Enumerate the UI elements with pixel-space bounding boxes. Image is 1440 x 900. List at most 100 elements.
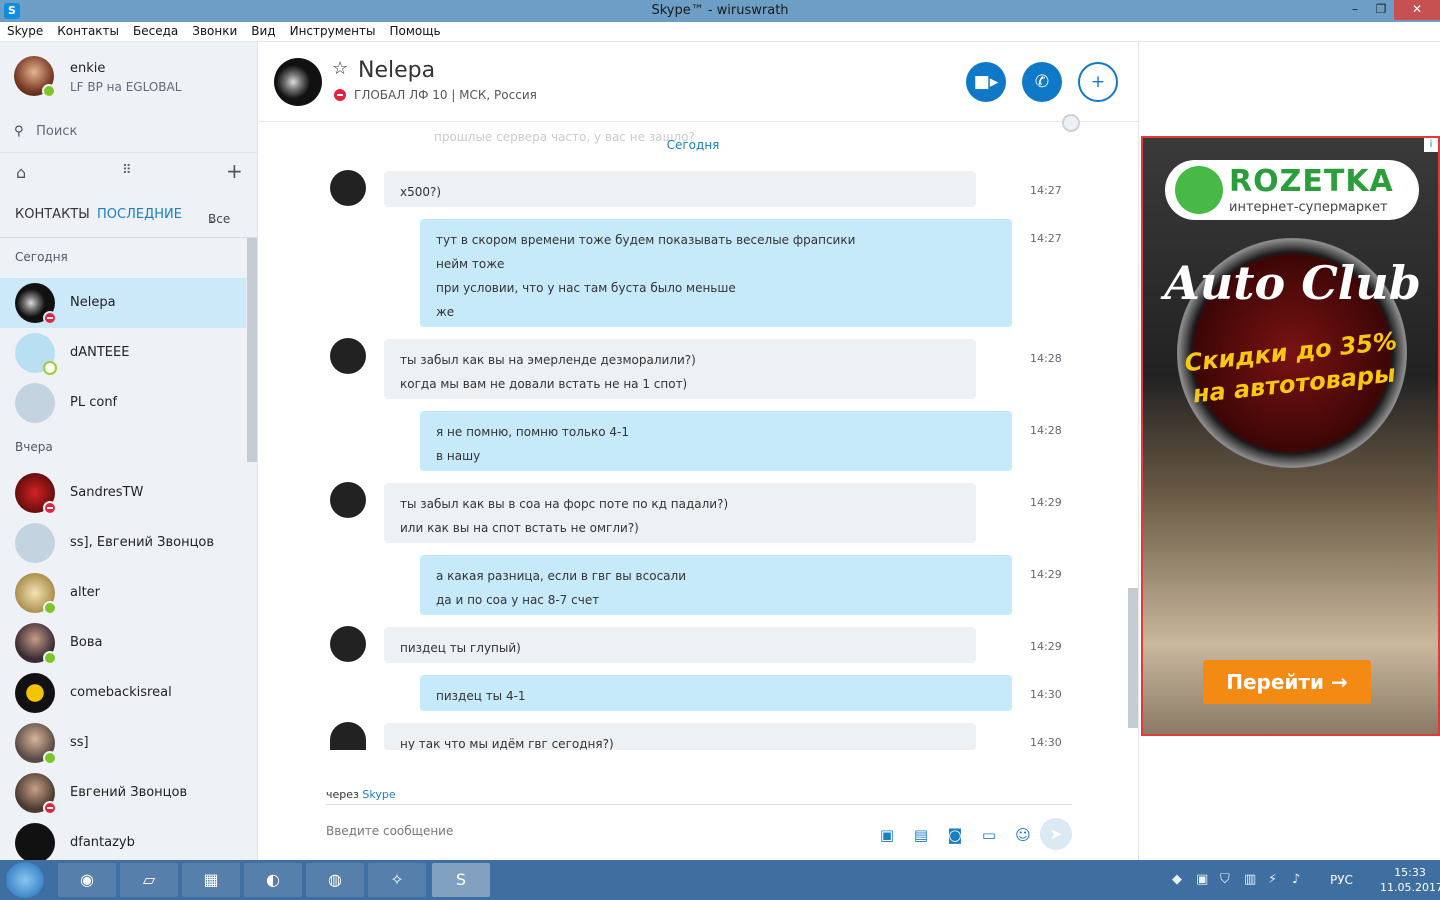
tab-recent[interactable]: ПОСЛЕДНИЕ xyxy=(97,207,182,222)
advertisement-banner[interactable]: i ROZETKA интернет-супермаркет Auto Club… xyxy=(1141,136,1440,736)
close-button[interactable]: ✕ xyxy=(1394,0,1440,20)
tab-contacts[interactable]: КОНТАКТЫ xyxy=(15,207,90,222)
my-avatar[interactable] xyxy=(14,56,56,98)
status-dnd-icon xyxy=(334,89,346,101)
message-text: ты забыл как вы в соа на форс поте по кд… xyxy=(400,497,729,511)
message-bubble-in[interactable]: ты забыл как вы в соа на форс поте по кд… xyxy=(384,483,976,543)
search-box[interactable]: ⚲ Поиск xyxy=(14,124,244,144)
message-time: 14:27 xyxy=(1030,184,1062,197)
sender-avatar[interactable] xyxy=(330,722,366,750)
section-yesterday: Вчера xyxy=(15,440,53,454)
league-app-icon[interactable]: ◍ xyxy=(306,863,364,897)
power-icon[interactable]: ⚡ xyxy=(1268,872,1277,887)
sender-avatar[interactable] xyxy=(330,338,366,374)
tray-app-icon[interactable]: ◆ xyxy=(1172,872,1182,887)
contact-avatar xyxy=(15,473,57,515)
send-photo-icon[interactable]: ▣ xyxy=(870,826,904,844)
message-bubble-out[interactable]: я не помню, помню только 4-1 в нашу xyxy=(420,411,1012,471)
contact-vova[interactable]: Вова xyxy=(0,618,246,668)
audio-call-button[interactable]: ✆ xyxy=(1022,62,1062,102)
clock-date: 11.05.2017 xyxy=(1380,881,1440,894)
my-name: enkie xyxy=(70,61,106,76)
contact-evgeny[interactable]: Евгений Звонцов xyxy=(0,768,246,818)
contact-sandrestw[interactable]: SandresTW xyxy=(0,468,246,518)
message-text: x500?) xyxy=(400,185,442,199)
menu-contacts[interactable]: Контакты xyxy=(50,22,126,41)
language-indicator[interactable]: РУС xyxy=(1330,873,1353,887)
sender-avatar[interactable] xyxy=(330,170,366,206)
message-text: пиздец ты 4-1 xyxy=(436,689,526,703)
message-bubble-in[interactable]: ты забыл как вы на эмерленде дезморалили… xyxy=(384,339,976,399)
add-user-icon: + xyxy=(1090,72,1106,92)
dialpad-icon[interactable]: ⠿ xyxy=(122,163,132,178)
message-bubble-in[interactable]: ну так что мы идём гвг сегодня?) xyxy=(384,723,976,750)
notepad-icon[interactable]: ▱ xyxy=(120,863,178,897)
nvidia-icon[interactable]: ▣ xyxy=(1196,872,1208,887)
sidebar-scrollbar[interactable] xyxy=(247,238,257,462)
network-icon[interactable]: ▥ xyxy=(1244,872,1256,887)
message-text: же xyxy=(436,305,455,319)
ad-info-icon[interactable]: i xyxy=(1424,138,1438,152)
contact-nelepa[interactable]: Nelepa xyxy=(0,278,246,328)
contact-name: alter xyxy=(70,585,101,600)
system-clock[interactable]: 15:33 11.05.2017 xyxy=(1380,865,1440,895)
video-call-button[interactable]: ■▸ xyxy=(966,62,1006,102)
contact-danteee[interactable]: dANTEEE xyxy=(0,328,246,378)
sender-avatar[interactable] xyxy=(330,482,366,518)
contact-ss[interactable]: ss] xyxy=(0,718,246,768)
menu-calls[interactable]: Звонки xyxy=(185,22,244,41)
message-bubble-in[interactable]: пиздец ты глупый) xyxy=(384,627,976,663)
menu-skype[interactable]: Skype xyxy=(0,22,50,41)
game-icon[interactable]: ▦ xyxy=(182,863,240,897)
add-icon[interactable]: + xyxy=(226,159,243,183)
via-skype-link[interactable]: Skype xyxy=(362,788,395,801)
chrome-icon[interactable]: ◉ xyxy=(58,863,116,897)
send-file-icon[interactable]: ▤ xyxy=(904,826,938,844)
send-button[interactable]: ➤ xyxy=(1040,818,1072,850)
contact-group-ss[interactable]: ss], Евгений Звонцов xyxy=(0,518,246,568)
sender-avatar[interactable] xyxy=(330,626,366,662)
skype-taskbar-icon[interactable]: S xyxy=(432,863,490,897)
contact-name: Вова xyxy=(70,635,103,650)
message-bubble-out[interactable]: пиздец ты 4-1 xyxy=(420,675,1012,711)
my-mood-message[interactable]: LF BP на EGLOBAL xyxy=(70,80,181,94)
window-controls: – ❐ ✕ xyxy=(1342,0,1440,20)
video-message-icon[interactable]: ◙ xyxy=(938,826,972,844)
title-bar: S Skype™ - wiruswrath – ❐ ✕ xyxy=(0,0,1440,22)
message-input[interactable]: Введите сообщение xyxy=(326,824,453,838)
ad-cta-button[interactable]: Перейти → xyxy=(1203,660,1371,704)
conversation-scrollbar[interactable] xyxy=(1128,588,1138,728)
shield-icon[interactable]: ⛉ xyxy=(1220,872,1230,887)
send-contact-icon[interactable]: ▭ xyxy=(972,826,1006,844)
contact-avatar xyxy=(15,573,57,615)
headset-app-icon[interactable]: ◐ xyxy=(244,863,302,897)
contact-comebackisreal[interactable]: comebackisreal xyxy=(0,668,246,718)
search-input[interactable]: Поиск xyxy=(36,124,77,139)
status-online-icon xyxy=(43,601,57,615)
window-title: Skype™ - wiruswrath xyxy=(651,3,789,18)
home-icon[interactable]: ⌂ xyxy=(16,163,26,182)
menu-conversation[interactable]: Беседа xyxy=(126,22,185,41)
menu-tools[interactable]: Инструменты xyxy=(283,22,383,41)
contact-name: PL conf xyxy=(70,395,118,410)
minimize-button[interactable]: – xyxy=(1342,0,1368,20)
volume-icon[interactable]: ♪ xyxy=(1292,872,1300,887)
group-icon xyxy=(15,523,55,563)
via-skype-label: через Skype xyxy=(326,788,396,801)
start-button[interactable] xyxy=(6,862,44,898)
chat-avatar[interactable] xyxy=(274,58,322,106)
sidebar-toolbar: ⌂ ⠿ + xyxy=(0,152,258,196)
menu-view[interactable]: Вид xyxy=(244,22,282,41)
contact-alter[interactable]: alter xyxy=(0,568,246,618)
contact-pl-conf[interactable]: PL conf xyxy=(0,378,246,428)
game-launcher-icon[interactable]: ✧ xyxy=(368,863,426,897)
contact-avatar xyxy=(15,283,57,325)
favorite-star-icon[interactable]: ☆ xyxy=(332,58,348,79)
message-bubble-out[interactable]: а какая разница, если в гвг вы всосали д… xyxy=(420,555,1012,615)
message-bubble-out[interactable]: тут в скором времени тоже будем показыва… xyxy=(420,219,1012,327)
message-bubble-in[interactable]: x500?) xyxy=(384,171,976,207)
menu-help[interactable]: Помощь xyxy=(382,22,447,41)
maximize-button[interactable]: ❐ xyxy=(1368,0,1394,20)
emoticon-icon[interactable]: ☺ xyxy=(1006,826,1040,844)
add-people-button[interactable]: + xyxy=(1078,62,1118,102)
